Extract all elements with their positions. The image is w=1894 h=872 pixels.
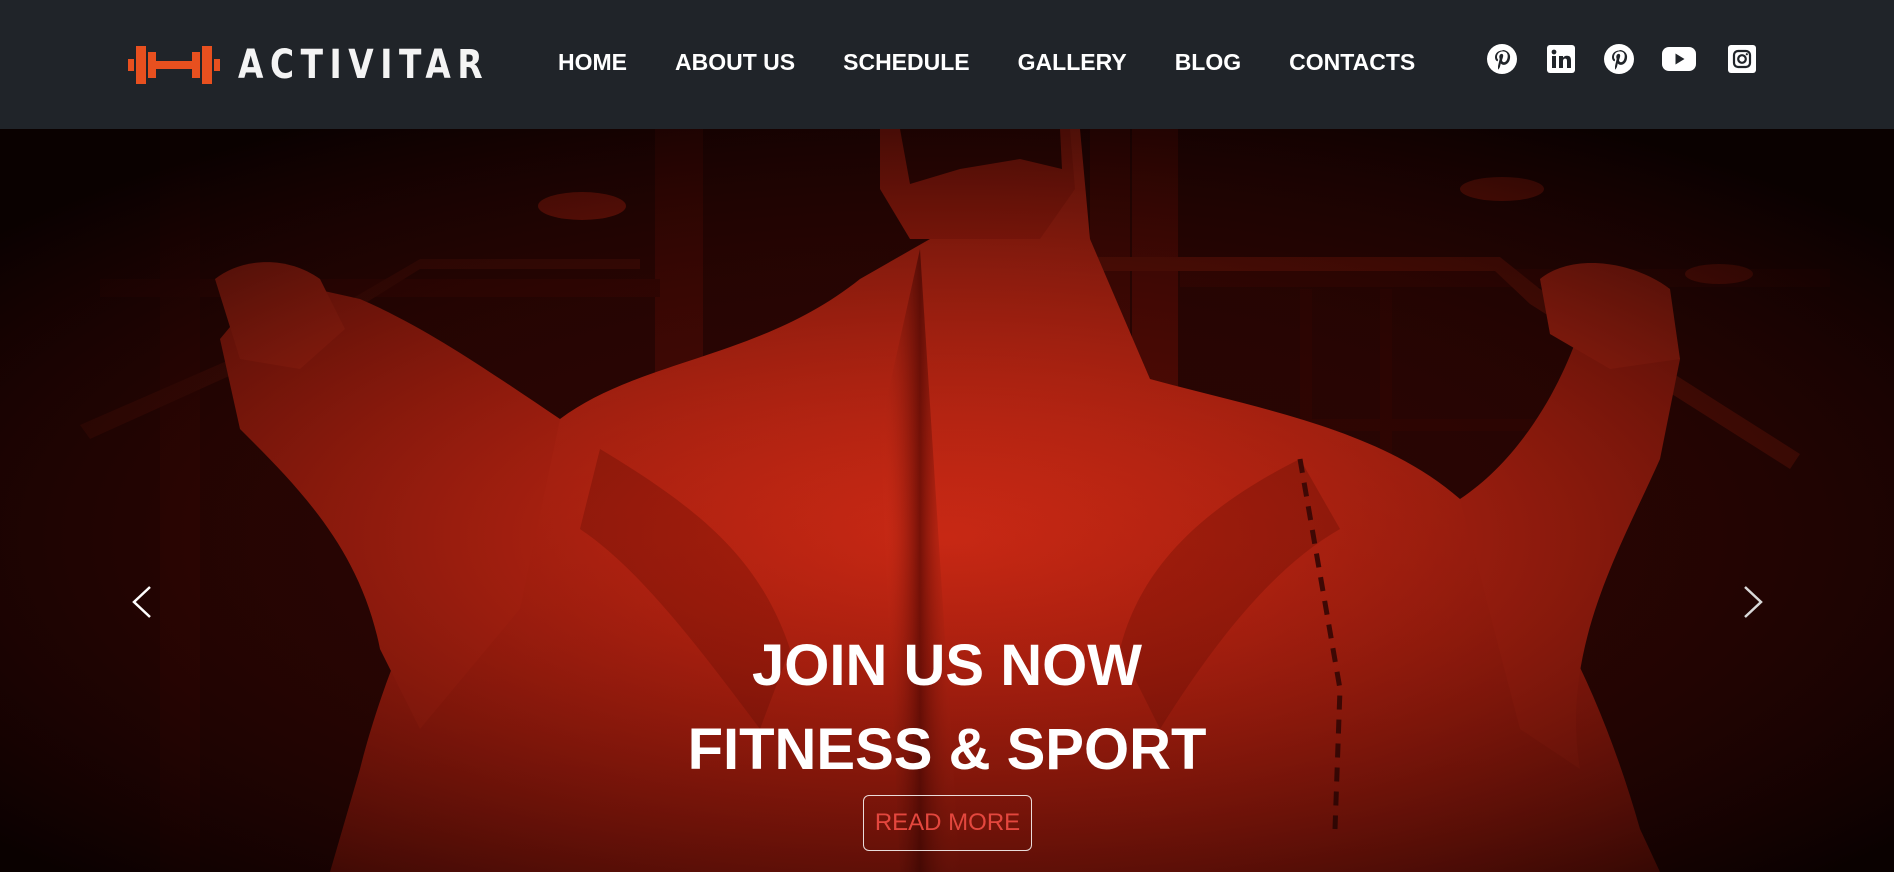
nav-about-us[interactable]: ABOUT US [675, 44, 795, 80]
linkedin-icon[interactable] [1546, 43, 1576, 75]
logo[interactable]: ACTIVITAR [128, 42, 544, 88]
nav-gallery[interactable]: GALLERY [1018, 44, 1127, 80]
nav-blog[interactable]: BLOG [1175, 44, 1241, 80]
brand-name: ACTIVITAR [238, 42, 490, 88]
nav-schedule[interactable]: SCHEDULE [843, 44, 970, 80]
youtube-icon[interactable] [1662, 43, 1696, 75]
pinterest-icon[interactable] [1603, 43, 1635, 75]
nav-contacts[interactable]: CONTACTS [1289, 44, 1415, 80]
chevron-left-icon [132, 586, 151, 618]
hero-title-line1: JOIN US NOW [752, 633, 1142, 698]
slider-next-button[interactable] [1733, 567, 1773, 637]
chevron-right-icon [1744, 586, 1763, 618]
slider-prev-button[interactable] [122, 567, 162, 637]
site-header: ACTIVITAR HOME ABOUT US SCHEDULE GALLERY… [0, 0, 1894, 129]
pinterest-icon[interactable] [1486, 43, 1518, 75]
read-more-button[interactable]: READ MORE [863, 795, 1032, 851]
main-nav: HOME ABOUT US SCHEDULE GALLERY BLOG CONT… [558, 44, 1415, 80]
dumbbell-icon [128, 46, 220, 84]
nav-home[interactable]: HOME [558, 44, 627, 80]
instagram-icon[interactable] [1727, 43, 1757, 75]
hero-title-line2: FITNESS & SPORT [687, 717, 1207, 782]
